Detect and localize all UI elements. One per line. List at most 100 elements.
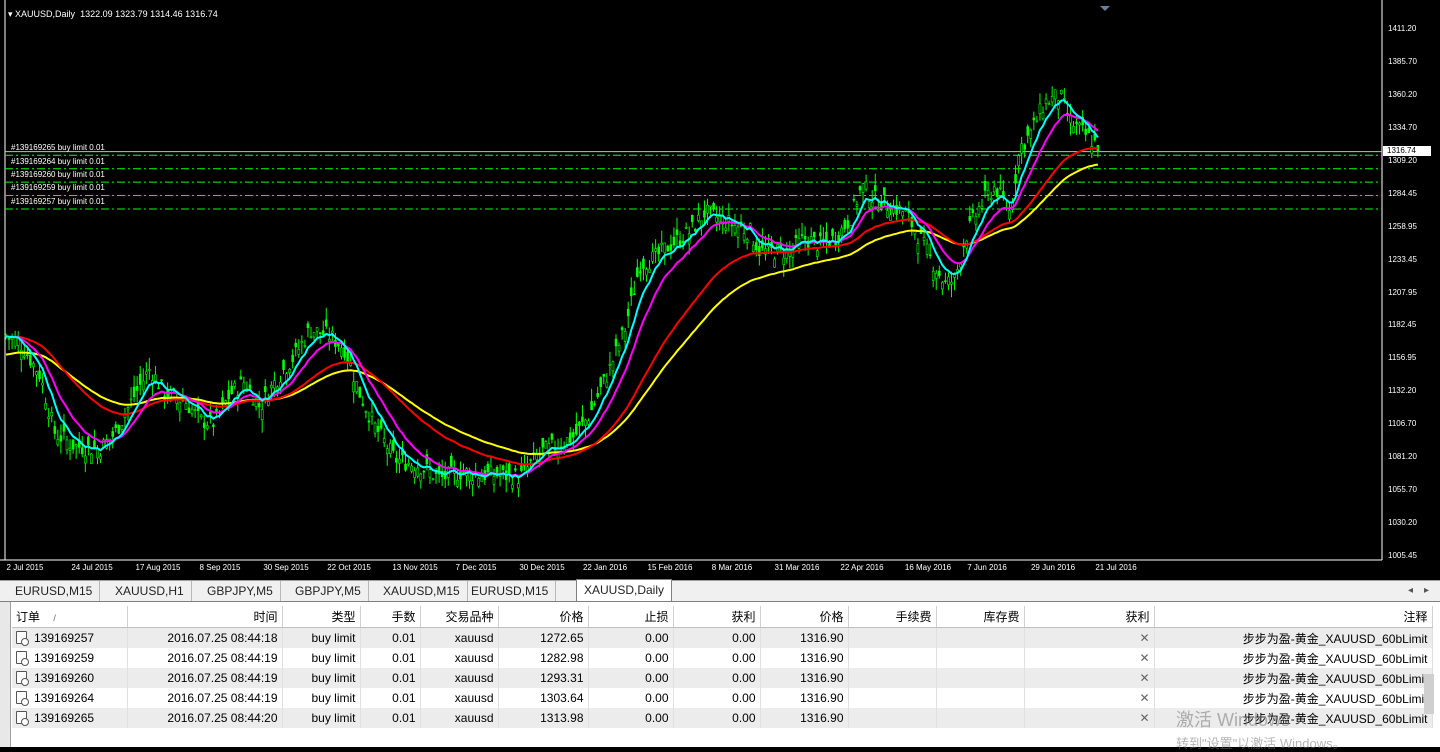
candle-body bbox=[889, 214, 892, 221]
candle-body bbox=[68, 447, 72, 451]
candle-body bbox=[1044, 98, 1048, 105]
candle-body bbox=[840, 227, 844, 236]
candle-body bbox=[212, 424, 215, 427]
date-tick-label: 22 Oct 2015 bbox=[327, 563, 371, 572]
close-x-icon[interactable]: ✕ bbox=[1139, 671, 1149, 685]
candle-body bbox=[623, 331, 627, 342]
candle-body bbox=[916, 243, 920, 254]
candle-body bbox=[568, 432, 572, 443]
order-price-cell: 1313.98 bbox=[498, 708, 589, 728]
order-label-139169265[interactable]: #139169265 buy limit 0.01 bbox=[11, 143, 105, 152]
order-row[interactable]: 139169264 2016.07.25 08:44:19 buy limit 0.0… bbox=[12, 688, 1433, 708]
price-tick-label: 1005.45 bbox=[1388, 551, 1417, 560]
order-row[interactable]: 139169260 2016.07.25 08:44:19 buy limit 0.0… bbox=[12, 668, 1433, 688]
candle-body bbox=[1041, 112, 1045, 120]
candle-body bbox=[388, 443, 392, 455]
candle-body bbox=[886, 210, 889, 218]
col-header-sl[interactable]: 止损 bbox=[588, 606, 674, 628]
order-sl-cell: 0.00 bbox=[588, 688, 674, 708]
chart-menu-arrow-icon[interactable]: ▾ bbox=[8, 9, 13, 19]
pending-order-icon bbox=[16, 691, 29, 706]
candle-body bbox=[486, 463, 490, 473]
order-tp-cell: 0.00 bbox=[673, 688, 761, 708]
candle-body bbox=[413, 470, 417, 478]
order-symbol-cell: xauusd bbox=[420, 708, 499, 728]
candle-body bbox=[514, 468, 517, 471]
col-header-price[interactable]: 价格 bbox=[498, 606, 589, 628]
date-tick-label: 29 Jun 2016 bbox=[1030, 563, 1076, 572]
candle-body bbox=[800, 234, 804, 236]
order-label-139169259[interactable]: #139169259 buy limit 0.01 bbox=[11, 183, 105, 192]
order-label-139169257[interactable]: #139169257 buy limit 0.01 bbox=[11, 197, 105, 206]
order-time-cell: 2016.07.25 08:44:19 bbox=[127, 648, 283, 668]
tabs-scroll-left-icon[interactable]: ◂ bbox=[1408, 585, 1413, 596]
date-tick-label: 24 Jul 2015 bbox=[71, 563, 113, 572]
candle-body bbox=[608, 363, 612, 366]
candle-body bbox=[718, 216, 722, 223]
close-x-icon[interactable]: ✕ bbox=[1139, 691, 1149, 705]
candle-body bbox=[928, 254, 932, 257]
candle-body bbox=[41, 382, 44, 386]
order-profit-cell: ✕ bbox=[1024, 648, 1155, 668]
candle-body bbox=[782, 257, 786, 265]
candle-body bbox=[93, 440, 96, 448]
price-chart[interactable]: ▾ XAUUSD,Daily 1322.09 1323.79 1314.46 1… bbox=[0, 0, 1440, 580]
col-header-profit[interactable]: 获利 bbox=[1024, 606, 1155, 628]
close-x-icon[interactable]: ✕ bbox=[1139, 711, 1149, 725]
candle-body bbox=[825, 231, 828, 242]
col-header-lots[interactable]: 手数 bbox=[360, 606, 421, 628]
chart-ohlc: 1322.09 1323.79 1314.46 1316.74 bbox=[80, 9, 218, 19]
candle-body bbox=[629, 287, 633, 297]
orders-scrollbar-thumb[interactable] bbox=[1424, 674, 1434, 714]
candle-body bbox=[209, 411, 212, 415]
col-header-tp[interactable]: 获利 bbox=[673, 606, 761, 628]
tab-xauusd-h1[interactable]: XAUUSD,H1 bbox=[108, 581, 192, 601]
candle-body bbox=[395, 457, 398, 463]
tab-xauusd-m15[interactable]: XAUUSD,M15 bbox=[376, 581, 468, 601]
candle-body bbox=[260, 409, 264, 421]
close-x-icon[interactable]: ✕ bbox=[1139, 651, 1149, 665]
candle-body bbox=[944, 280, 947, 282]
candle-body bbox=[303, 344, 307, 347]
tabs-scroll-right-icon[interactable]: ▸ bbox=[1424, 585, 1429, 596]
candle-body bbox=[712, 203, 715, 209]
close-x-icon[interactable]: ✕ bbox=[1139, 631, 1149, 645]
tab-eurusd-m15[interactable]: EURUSD,M15 bbox=[464, 581, 557, 601]
candle-body bbox=[620, 327, 624, 331]
chart-canvas[interactable] bbox=[0, 0, 1440, 580]
tab-xauusd-daily[interactable]: XAUUSD,Daily bbox=[576, 579, 673, 602]
tab-gbpjpy-m5[interactable]: GBPJPY,M5 bbox=[200, 581, 281, 601]
candle-body bbox=[376, 425, 380, 432]
col-header-time[interactable]: 时间 bbox=[127, 606, 283, 628]
col-header-swap[interactable]: 库存费 bbox=[936, 606, 1025, 628]
candle-body bbox=[937, 270, 941, 277]
order-label-139169264[interactable]: #139169264 buy limit 0.01 bbox=[11, 157, 105, 166]
col-header-commission[interactable]: 手续费 bbox=[848, 606, 937, 628]
order-profit-cell: ✕ bbox=[1024, 688, 1155, 708]
col-header-type[interactable]: 类型 bbox=[282, 606, 361, 628]
candle-body bbox=[135, 386, 139, 391]
candle-body bbox=[306, 323, 310, 329]
order-commission-cell bbox=[848, 688, 937, 708]
col-header-cur-price[interactable]: 价格 bbox=[760, 606, 849, 628]
order-swap-cell bbox=[936, 708, 1025, 728]
order-label-139169260[interactable]: #139169260 buy limit 0.01 bbox=[11, 170, 105, 179]
tab-gbpjpy-m5[interactable]: GBPJPY,M5 bbox=[288, 581, 369, 601]
candle-body bbox=[431, 478, 435, 480]
candle-body bbox=[587, 420, 590, 425]
candle-body bbox=[745, 239, 749, 244]
candle-body bbox=[626, 308, 630, 317]
order-row[interactable]: 139169259 2016.07.25 08:44:19 buy limit 0.0… bbox=[12, 648, 1433, 668]
col-header-symbol[interactable]: 交易品种 bbox=[420, 606, 499, 628]
order-symbol-cell: xauusd bbox=[420, 648, 499, 668]
candle-body bbox=[654, 248, 657, 252]
candle-body bbox=[398, 458, 401, 464]
order-swap-cell bbox=[936, 648, 1025, 668]
terminal-side-strip[interactable] bbox=[0, 602, 11, 747]
col-header-comment[interactable]: 注释 bbox=[1154, 606, 1433, 628]
order-row[interactable]: 139169257 2016.07.25 08:44:18 buy limit 0.0… bbox=[12, 627, 1433, 648]
candle-body bbox=[206, 425, 209, 429]
col-header-order[interactable]: 订单 / bbox=[12, 606, 128, 628]
candle-body bbox=[980, 205, 984, 209]
tab-eurusd-m15[interactable]: EURUSD,M15 bbox=[8, 581, 101, 601]
